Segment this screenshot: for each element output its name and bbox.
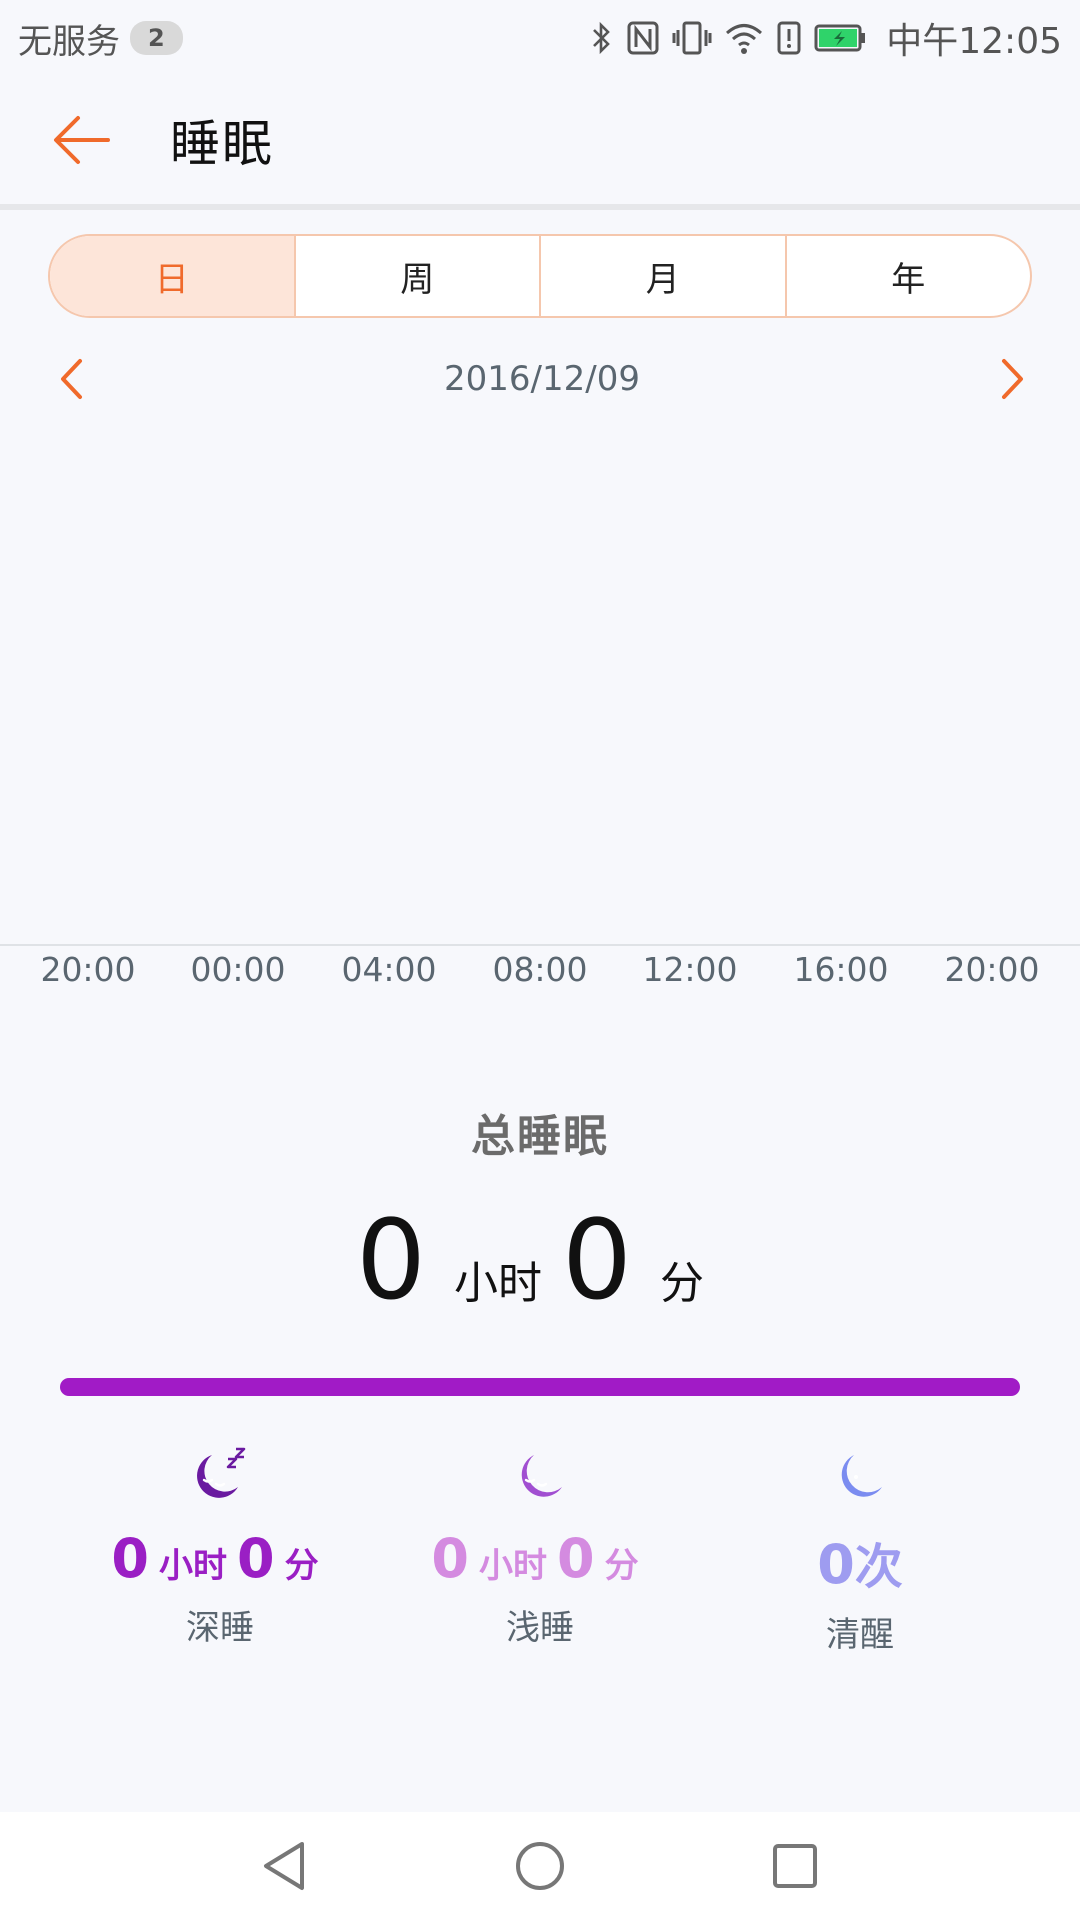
status-bar: 无服务 2 中午12:05 [0, 0, 1080, 76]
light-sleep-stat: 0 小时 0 分 浅睡 [390, 1445, 690, 1649]
alert-icon [777, 21, 801, 55]
sleep-chart [0, 420, 1080, 945]
previous-date-button[interactable] [46, 344, 96, 414]
nav-home-button[interactable] [510, 1836, 570, 1896]
x-tick-label: 08:00 [492, 950, 588, 989]
tab-week[interactable]: 周 [296, 236, 541, 316]
system-nav-bar [0, 1812, 1080, 1920]
moon-zzz-icon [190, 1445, 250, 1505]
sleep-distribution-bar [60, 1378, 1020, 1396]
moon-sleep-icon [512, 1445, 568, 1505]
square-recents-icon [773, 1844, 817, 1888]
x-tick-label: 20:00 [944, 950, 1040, 989]
back-button[interactable] [0, 73, 170, 207]
deep-sleep-label: 深睡 [186, 1608, 254, 1648]
deep-sleep-hours-unit: 小时 [159, 1546, 227, 1586]
status-right: 中午12:05 [590, 12, 1062, 64]
light-sleep-hours-unit: 小时 [479, 1546, 547, 1586]
light-sleep-minutes-unit: 分 [604, 1546, 639, 1586]
chart-x-axis [0, 944, 1080, 946]
deep-sleep-stat: 0 小时 0 分 深睡 [70, 1445, 370, 1649]
light-sleep-hours: 0 [431, 1527, 469, 1590]
nav-recents-button[interactable] [765, 1836, 825, 1896]
awake-count: 0 [817, 1533, 855, 1596]
clock-time: 中午12:05 [886, 21, 1062, 62]
x-tick-label: 12:00 [642, 950, 738, 989]
tab-day[interactable]: 日 [50, 236, 296, 316]
total-minutes-unit: 分 [660, 1258, 704, 1309]
light-sleep-value: 0 小时 0 分 [431, 1527, 648, 1590]
current-date: 2016/12/09 [444, 359, 640, 399]
chevron-right-icon [1002, 359, 1023, 399]
triangle-back-icon [264, 1842, 304, 1890]
chevron-left-icon [61, 359, 82, 399]
app-header: 睡眠 [0, 76, 1080, 210]
arrow-left-icon [54, 116, 110, 164]
awake-stat: 0 次 清醒 [710, 1445, 1010, 1656]
deep-sleep-hours: 0 [111, 1527, 149, 1590]
battery-charging-icon [814, 24, 866, 52]
vibrate-icon [672, 21, 712, 55]
x-tick-label: 04:00 [341, 950, 437, 989]
chart-x-tick-labels: 20:00 00:00 04:00 08:00 12:00 16:00 20:0… [0, 950, 1080, 1010]
total-hours-unit: 小时 [454, 1258, 542, 1309]
total-sleep-title: 总睡眠 [471, 1111, 609, 1162]
total-hours: 0 [356, 1196, 426, 1324]
total-minutes: 0 [562, 1196, 632, 1324]
sim-badge: 2 [130, 21, 183, 55]
nav-back-button[interactable] [255, 1836, 315, 1896]
carrier-text: 无服务 [18, 21, 120, 62]
sleep-stats: 0 小时 0 分 深睡 0 小时 0 分 浅睡 0 次 清醒 [0, 1445, 1080, 1665]
circle-home-icon [516, 1842, 564, 1890]
deep-sleep-value: 0 小时 0 分 [111, 1527, 328, 1590]
moon-icon [832, 1445, 888, 1505]
page-title: 睡眠 [170, 115, 274, 173]
total-sleep-value: 0 小时 0 分 [0, 1200, 1080, 1320]
light-sleep-label: 浅睡 [506, 1608, 574, 1648]
period-tabs: 日 周 月 年 [48, 234, 1032, 318]
light-sleep-minutes: 0 [557, 1527, 595, 1590]
x-tick-label: 20:00 [40, 950, 136, 989]
tab-month[interactable]: 月 [541, 236, 787, 316]
deep-sleep-minutes: 0 [237, 1527, 275, 1590]
next-date-button[interactable] [988, 344, 1038, 414]
date-navigator: 2016/12/09 [0, 344, 1080, 414]
nfc-icon [627, 21, 659, 55]
status-left: 无服务 2 [18, 14, 183, 63]
awake-count-unit: 次 [854, 1539, 903, 1595]
bluetooth-icon [593, 21, 611, 55]
x-tick-label: 16:00 [793, 950, 889, 989]
tab-year[interactable]: 年 [787, 236, 1031, 316]
deep-sleep-minutes-unit: 分 [284, 1546, 319, 1586]
x-tick-label: 00:00 [190, 950, 286, 989]
awake-value: 0 次 [817, 1527, 903, 1597]
awake-label: 清醒 [826, 1615, 894, 1655]
wifi-icon [726, 24, 763, 54]
